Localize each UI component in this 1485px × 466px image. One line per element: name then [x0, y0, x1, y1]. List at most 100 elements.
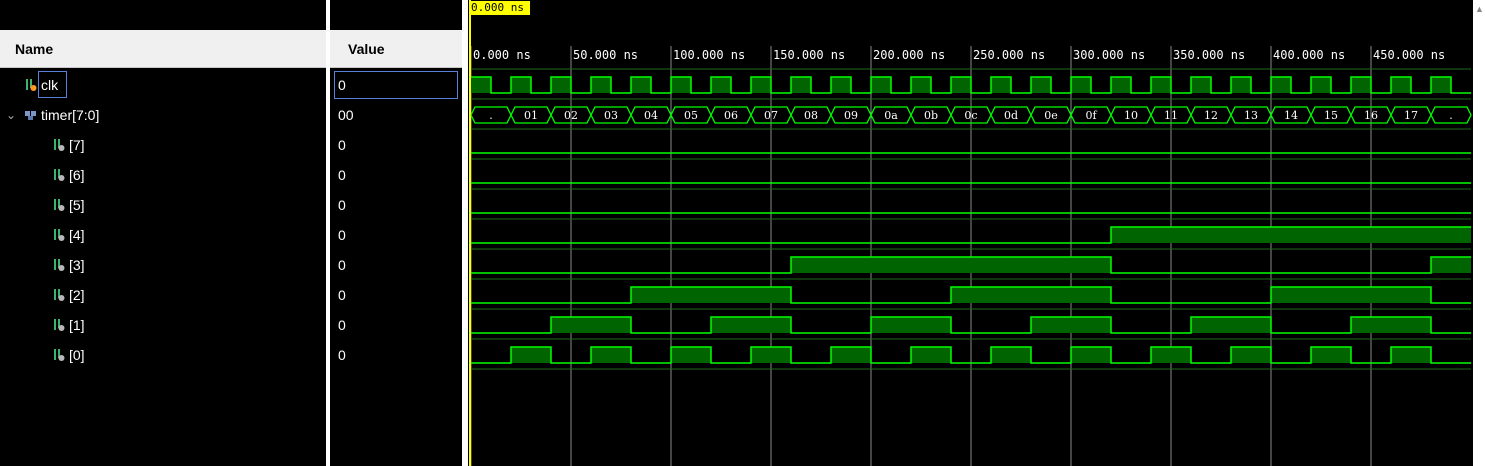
- time-tick-label: 250.000 ns: [973, 48, 1045, 62]
- waveform-high-fill: [1231, 347, 1271, 363]
- signal-value-cell[interactable]: 0: [338, 190, 458, 220]
- vertical-scrollbar[interactable]: ▲: [1473, 0, 1485, 466]
- signal-name-label: timer[7:0]: [41, 107, 100, 123]
- bus-value-label: 06: [724, 109, 738, 122]
- waveform-high-fill: [631, 77, 651, 93]
- waveform-high-fill: [911, 77, 931, 93]
- waveform-high-fill: [1231, 77, 1251, 93]
- waveform-high-fill: [551, 77, 571, 93]
- bus-value-label: 02: [564, 109, 578, 122]
- bus-signal-icon: [25, 111, 36, 120]
- signal-value-cell[interactable]: 0: [338, 250, 458, 280]
- waveform-high-fill: [951, 287, 1111, 303]
- signal-value-cell[interactable]: 0: [338, 130, 458, 160]
- bus-value-label: 0a: [884, 109, 898, 122]
- expand-caret-icon[interactable]: ⌄: [6, 100, 16, 130]
- time-tick-label: 350.000 ns: [1173, 48, 1245, 62]
- bus-value-label: 05: [684, 109, 698, 122]
- bus-value-label: 04: [644, 109, 658, 122]
- signal-row-bit0[interactable]: [0]: [0, 340, 326, 370]
- bit-signal-icon: [54, 289, 65, 301]
- waveform-high-fill: [751, 347, 791, 363]
- waveform-high-fill: [671, 347, 711, 363]
- waveform-high-fill: [591, 77, 611, 93]
- signal-row-bit5[interactable]: [5]: [0, 190, 326, 220]
- signal-value-cell[interactable]: 0: [338, 310, 458, 340]
- signal-name-label: [3]: [69, 257, 85, 273]
- signal-value-cell[interactable]: 0: [338, 160, 458, 190]
- signal-value-cell[interactable]: 0: [338, 280, 458, 310]
- name-column-header[interactable]: Name: [0, 30, 326, 68]
- time-tick-label: 300.000 ns: [1073, 48, 1145, 62]
- waveform-high-fill: [751, 77, 771, 93]
- bus-value-label: 07: [764, 109, 778, 122]
- signal-name-label: [1]: [69, 317, 85, 333]
- waveform-high-fill: [711, 317, 791, 333]
- waveform-high-fill: [831, 347, 871, 363]
- signal-value-cell[interactable]: 0: [338, 220, 458, 250]
- bus-value-label: 0f: [1085, 109, 1097, 122]
- selected-value-outline: [334, 71, 458, 99]
- signal-value-cell[interactable]: 0: [338, 340, 458, 370]
- waveform-high-fill: [871, 317, 951, 333]
- bit-signal-icon: [54, 139, 65, 151]
- waveform-high-fill: [1311, 347, 1351, 363]
- bus-value-label: 01: [524, 109, 538, 122]
- waveform-high-fill: [1391, 347, 1431, 363]
- bus-value-label: 14: [1284, 109, 1298, 122]
- waveform-high-fill: [1111, 227, 1471, 243]
- signal-row-bit6[interactable]: [6]: [0, 160, 326, 190]
- bus-value-label: 16: [1364, 109, 1378, 122]
- value-column-header[interactable]: Value: [330, 30, 462, 68]
- waveform-canvas[interactable]: 0.000 ns 50.000 ns 100.000 ns 150.000 ns 200…: [468, 0, 1473, 466]
- bus-value-label: 0d: [1004, 109, 1018, 122]
- signal-row-bit7[interactable]: [7]: [0, 130, 326, 160]
- bus-value-label: 08: [804, 109, 818, 122]
- waveform-high-fill: [511, 347, 551, 363]
- waveform-high-fill: [1311, 77, 1331, 93]
- signal-row-bit1[interactable]: [1]: [0, 310, 326, 340]
- waveform-high-fill: [1431, 77, 1451, 93]
- bus-value-label: 0e: [1044, 109, 1058, 122]
- bus-value-label: 10: [1124, 109, 1138, 122]
- waveform-high-fill: [831, 77, 851, 93]
- signal-name-label: [4]: [69, 227, 85, 243]
- signal-name-label: [6]: [69, 167, 85, 183]
- waveform-high-fill: [1071, 347, 1111, 363]
- bus-value-label: .: [489, 109, 493, 122]
- time-tick-label: 0.000 ns: [473, 48, 531, 62]
- waveform-high-fill: [1191, 317, 1271, 333]
- bus-value-label: 15: [1324, 109, 1338, 122]
- waveform-high-fill: [551, 317, 631, 333]
- bus-value-label: 0c: [964, 109, 977, 122]
- bus-value-label: 13: [1244, 109, 1258, 122]
- waveform-high-fill: [1351, 317, 1431, 333]
- time-tick-label: 50.000 ns: [573, 48, 638, 62]
- cursor-time-label[interactable]: 0.000 ns: [469, 1, 530, 15]
- bus-value-label: .: [1449, 109, 1453, 122]
- waveform-high-fill: [991, 347, 1031, 363]
- scroll-up-icon[interactable]: ▲: [1475, 4, 1484, 14]
- waveform-high-fill: [1071, 77, 1091, 93]
- time-tick-label: 200.000 ns: [873, 48, 945, 62]
- waveform-high-fill: [1151, 347, 1191, 363]
- signal-row-bit4[interactable]: [4]: [0, 220, 326, 250]
- bit-signal-icon: [54, 199, 65, 211]
- waveform-high-fill: [911, 347, 951, 363]
- signal-name-label: [0]: [69, 347, 85, 363]
- waveform-high-fill: [1431, 257, 1471, 273]
- waveform-high-fill: [671, 77, 691, 93]
- waveform-high-fill: [1271, 287, 1431, 303]
- clock-signal-icon: [26, 79, 37, 91]
- bus-value-label: 12: [1204, 109, 1218, 122]
- waveform-high-fill: [791, 77, 811, 93]
- signal-row-bit3[interactable]: [3]: [0, 250, 326, 280]
- selected-name-outline: [38, 71, 67, 98]
- signal-row-bit2[interactable]: [2]: [0, 280, 326, 310]
- signal-name-label: [5]: [69, 197, 85, 213]
- signal-row-timer-7-0[interactable]: ⌄ timer[7:0]: [0, 100, 326, 130]
- bus-value-label: 11: [1164, 109, 1178, 122]
- waveform-high-fill: [471, 77, 491, 93]
- signal-value-cell[interactable]: 00: [338, 100, 458, 130]
- waveform-high-fill: [591, 347, 631, 363]
